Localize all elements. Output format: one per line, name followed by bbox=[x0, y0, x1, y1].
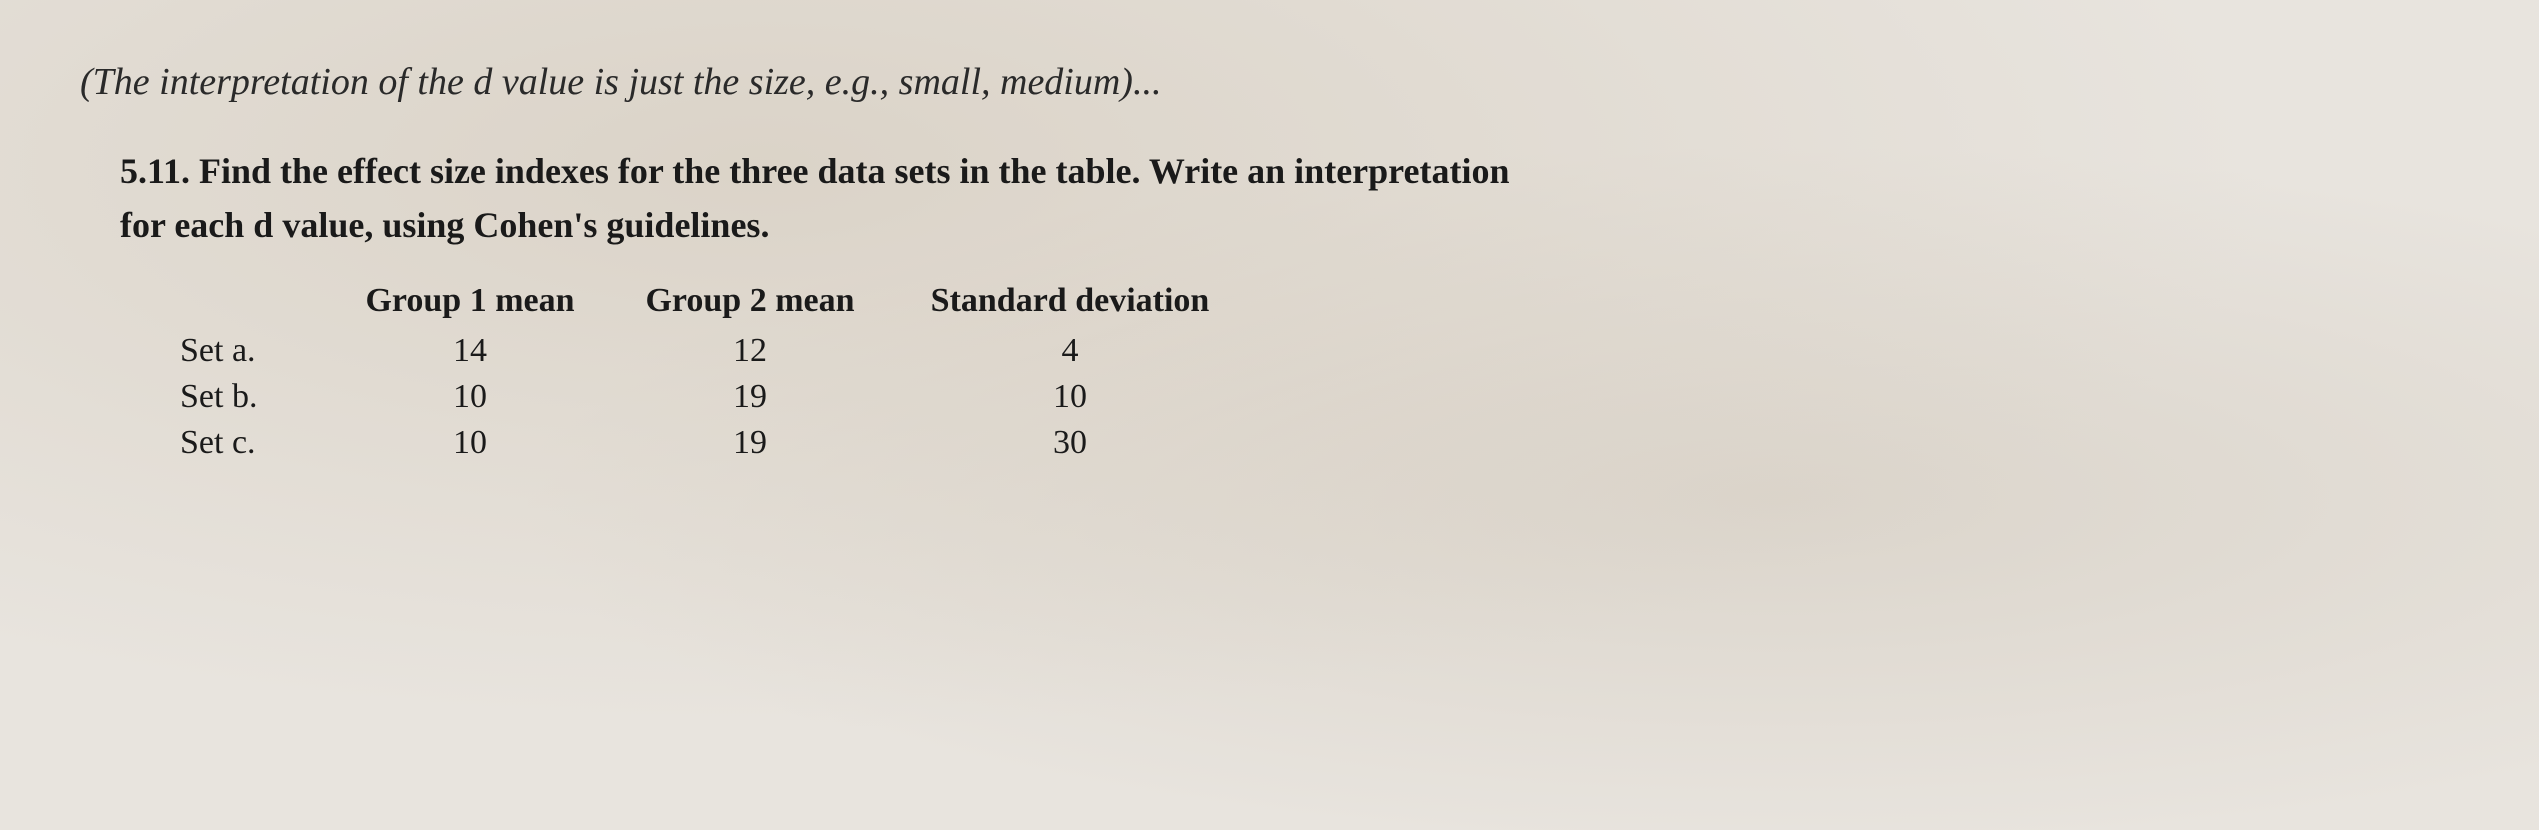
table-header-row: Group 1 mean Group 2 mean Standard devia… bbox=[180, 282, 1220, 328]
row-b-group1: 10 bbox=[360, 374, 640, 420]
problem-description: Find the effect size indexes for the thr… bbox=[120, 151, 1509, 245]
table-row-c: Set c. 10 19 30 bbox=[180, 420, 1220, 466]
problem-block: 5.11. Find the effect size indexes for t… bbox=[120, 144, 1520, 466]
row-b-stddev: 10 bbox=[920, 374, 1220, 420]
table-row-b: Set b. 10 19 10 bbox=[180, 374, 1220, 420]
row-b-label: Set b. bbox=[180, 374, 360, 420]
row-b-group2: 19 bbox=[640, 374, 920, 420]
header-row-label bbox=[180, 282, 360, 328]
content-wrapper: (The interpretation of the d value is ju… bbox=[80, 60, 1520, 466]
table-body: Set a. 14 12 4 Set b. 10 19 10 Set c. 10 bbox=[180, 328, 1220, 466]
header-std-dev: Standard deviation bbox=[920, 282, 1220, 328]
data-table-container: Group 1 mean Group 2 mean Standard devia… bbox=[180, 282, 1520, 466]
row-a-group1: 14 bbox=[360, 328, 640, 374]
problem-title: 5.11. Find the effect size indexes for t… bbox=[120, 144, 1520, 252]
row-a-stddev: 4 bbox=[920, 328, 1220, 374]
row-c-group2: 19 bbox=[640, 420, 920, 466]
row-a-group2: 12 bbox=[640, 328, 920, 374]
intro-text: (The interpretation of the d value is ju… bbox=[80, 60, 1520, 104]
row-c-group1: 10 bbox=[360, 420, 640, 466]
header-group2-mean: Group 2 mean bbox=[640, 282, 920, 328]
table-row-a: Set a. 14 12 4 bbox=[180, 328, 1220, 374]
row-c-stddev: 30 bbox=[920, 420, 1220, 466]
row-c-label: Set c. bbox=[180, 420, 360, 466]
data-table: Group 1 mean Group 2 mean Standard devia… bbox=[180, 282, 1220, 466]
problem-number: 5.11. bbox=[120, 151, 190, 191]
header-group1-mean: Group 1 mean bbox=[360, 282, 640, 328]
row-a-label: Set a. bbox=[180, 328, 360, 374]
